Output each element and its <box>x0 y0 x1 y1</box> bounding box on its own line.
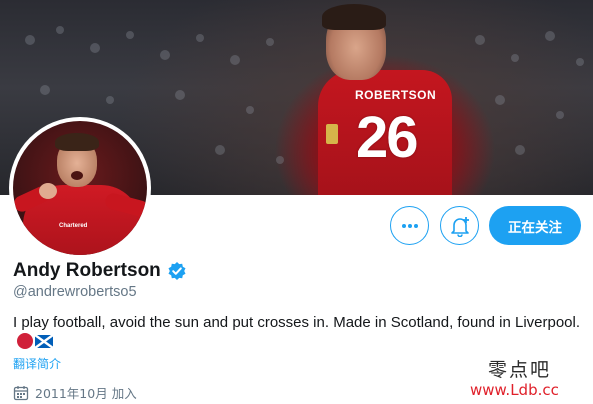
more-options-button[interactable] <box>390 206 429 245</box>
avatar-mouth <box>71 171 83 180</box>
banner-jersey-number: 26 <box>356 105 418 170</box>
profile-joined-date: 2011年10月 加入 <box>35 386 137 401</box>
verified-badge-icon <box>168 262 186 280</box>
translate-bio-link[interactable]: 翻译简介 <box>13 355 61 372</box>
profile-name-row: Andy Robertson <box>13 260 187 282</box>
jersey-crest-icon <box>326 124 338 144</box>
profile-actions: 正在关注 <box>0 206 593 246</box>
calendar-icon <box>13 385 29 400</box>
avatar-hair <box>55 133 99 151</box>
more-dots-icon <box>401 223 418 228</box>
profile-joined-row: 2011年10月 加入 <box>13 383 137 402</box>
banner-jersey-name: ROBERTSON <box>355 88 437 102</box>
watermark-title: 零点吧 <box>488 359 552 381</box>
avatar-hand <box>39 183 57 199</box>
profile-display-name: Andy Robertson <box>13 260 161 281</box>
banner-player-hair <box>322 4 386 30</box>
profile-bio: I play football, avoid the sun and put c… <box>13 313 588 353</box>
scotland-flag-icon <box>35 335 53 348</box>
red-circle-emoji-icon <box>17 333 33 349</box>
bell-plus-icon <box>450 216 469 237</box>
watermark-url: www.Ldb.cc <box>470 381 559 399</box>
profile-bio-text: I play football, avoid the sun and put c… <box>13 314 581 331</box>
profile-handle: @andrewrobertso5 <box>13 284 137 300</box>
notifications-button[interactable] <box>440 206 479 245</box>
following-button[interactable]: 正在关注 <box>489 206 581 245</box>
